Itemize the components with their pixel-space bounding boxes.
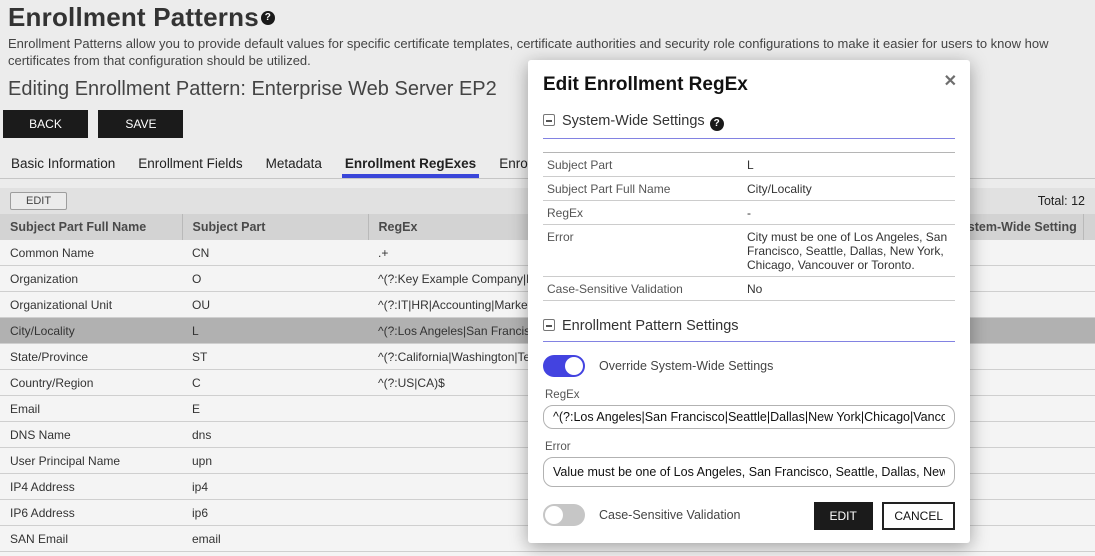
section-help-icon[interactable]: ? — [710, 117, 724, 131]
info-row: Case-Sensitive Validation No — [543, 277, 955, 301]
edit-enrollment-regex-dialog: Edit Enrollment RegEx ✕ System-Wide Sett… — [528, 60, 970, 543]
section-divider — [543, 341, 955, 342]
toggle-knob — [545, 506, 563, 524]
tab[interactable]: Basic Information — [8, 151, 118, 178]
grid-footer — [0, 552, 1095, 556]
info-row: Subject Part L — [543, 153, 955, 177]
info-row: Subject Part Full Name City/Locality — [543, 177, 955, 201]
page-title: Enrollment Patterns — [8, 2, 259, 33]
section-divider — [543, 138, 955, 139]
system-wide-settings-section-header: System-Wide Settings? — [543, 113, 955, 131]
tab[interactable]: Enrollment Fields — [135, 151, 245, 178]
case-sensitive-toggle[interactable] — [543, 504, 585, 526]
info-row: Error City must be one of Los Angeles, S… — [543, 225, 955, 277]
column-header-subject-part-full-name[interactable]: Subject Part Full Name — [0, 214, 182, 240]
enrollment-pattern-settings-section-header: Enrollment Pattern Settings — [543, 318, 955, 334]
section-title: Enrollment Pattern Settings — [562, 318, 739, 334]
toggle-knob — [565, 357, 583, 375]
info-row: RegEx - — [543, 201, 955, 225]
regex-input[interactable] — [543, 405, 955, 429]
case-sensitive-toggle-label: Case-Sensitive Validation — [599, 508, 741, 522]
error-field-label: Error — [545, 441, 955, 453]
dialog-edit-button[interactable]: EDIT — [814, 502, 873, 530]
section-title: System-Wide Settings — [562, 113, 705, 129]
collapse-icon[interactable] — [543, 319, 555, 331]
back-button[interactable]: BACK — [3, 110, 88, 138]
close-icon[interactable]: ✕ — [944, 71, 957, 91]
error-input[interactable] — [543, 457, 955, 487]
collapse-icon[interactable] — [543, 114, 555, 126]
column-header-extra — [1083, 214, 1095, 240]
grid-total-count: Total: 12 — [1038, 191, 1085, 211]
grid-edit-button[interactable]: EDIT — [10, 192, 67, 210]
dialog-title: Edit Enrollment RegEx — [543, 74, 955, 96]
tab[interactable]: Enrollment RegExes — [342, 151, 479, 178]
override-toggle[interactable] — [543, 355, 585, 377]
page-help-icon[interactable]: ? — [261, 11, 275, 25]
tab[interactable]: Metadata — [263, 151, 325, 178]
dialog-cancel-button[interactable]: CANCEL — [882, 502, 955, 530]
dialog-footer: EDIT CANCEL — [814, 502, 955, 530]
save-button[interactable]: SAVE — [98, 110, 183, 138]
column-header-subject-part[interactable]: Subject Part — [182, 214, 368, 240]
regex-field-label: RegEx — [545, 389, 955, 401]
override-toggle-label: Override System-Wide Settings — [599, 359, 773, 373]
system-settings-table: Subject Part L Subject Part Full Name Ci… — [543, 153, 955, 301]
